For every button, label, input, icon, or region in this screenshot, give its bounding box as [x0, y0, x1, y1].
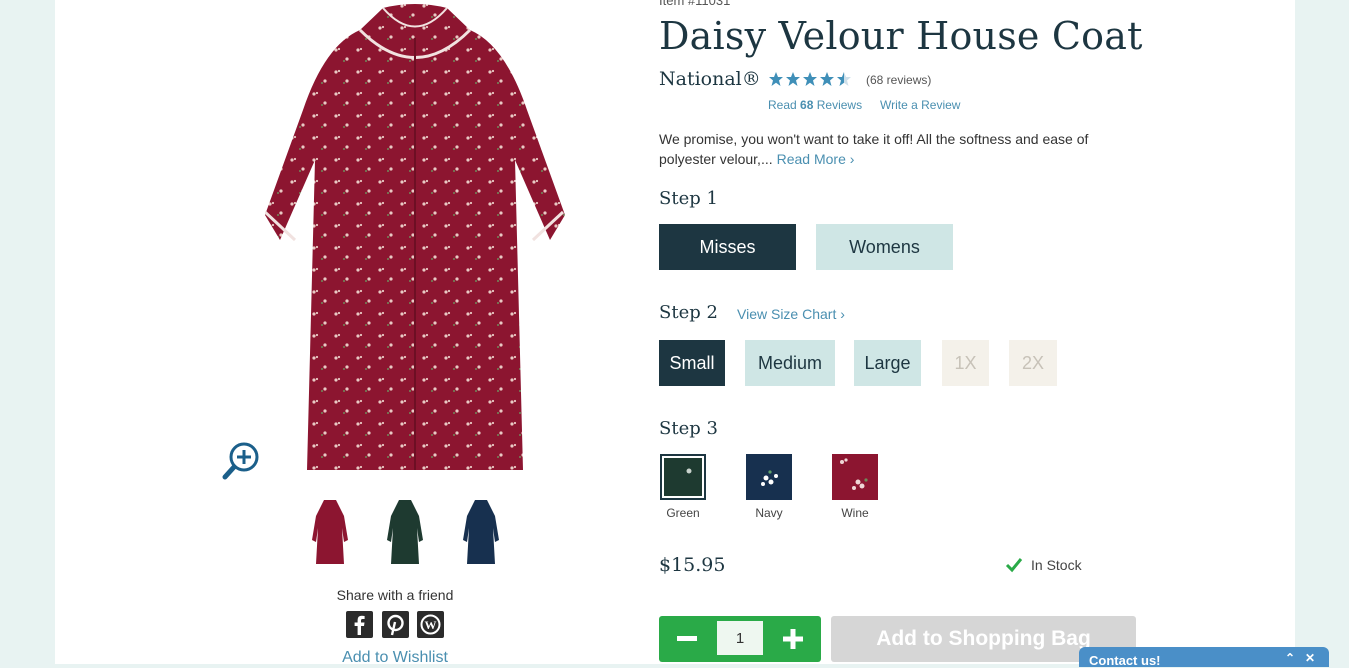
- size-option-2x: 2X: [1009, 340, 1057, 386]
- checkmark-icon: [1005, 558, 1023, 573]
- color-label-wine: Wine: [841, 506, 869, 520]
- size-option-large[interactable]: Large: [854, 340, 921, 386]
- step-1-label: Step 1: [659, 188, 718, 209]
- fit-option-womens[interactable]: Womens: [816, 224, 953, 270]
- share-label: Share with a friend: [336, 587, 454, 603]
- write-review-link[interactable]: Write a Review: [880, 98, 960, 112]
- read-reviews-prefix: Read: [768, 98, 797, 112]
- size-option-1x: 1X: [942, 340, 989, 386]
- color-swatch-navy[interactable]: [746, 454, 792, 500]
- description-text: We promise, you won't want to take it of…: [659, 131, 1089, 167]
- product-price: $15.95: [659, 554, 726, 576]
- size-option-small[interactable]: Small: [659, 340, 725, 386]
- read-reviews-link[interactable]: Read 68 Reviews: [768, 98, 862, 112]
- color-swatch-wine[interactable]: [832, 454, 878, 500]
- star-rating[interactable]: [768, 71, 852, 87]
- star-icon: [820, 72, 834, 86]
- item-number: Item #11031: [659, 0, 731, 8]
- size-option-medium[interactable]: Medium: [745, 340, 835, 386]
- chevron-right-icon: ›: [840, 306, 845, 322]
- facebook-icon[interactable]: [346, 611, 373, 638]
- size-chart-label: View Size Chart: [737, 306, 837, 322]
- zoom-in-icon[interactable]: [222, 440, 262, 480]
- product-brand: National®: [659, 68, 761, 90]
- star-icon: [769, 72, 783, 86]
- stock-status: In Stock: [1005, 557, 1082, 573]
- contact-us-label: Contact us!: [1089, 653, 1161, 668]
- read-more-link[interactable]: Read More ›: [777, 151, 855, 167]
- color-label-navy: Navy: [755, 506, 783, 520]
- stock-status-text: In Stock: [1031, 557, 1082, 573]
- thumbnail-navy[interactable]: [459, 498, 503, 566]
- fit-option-misses[interactable]: Misses: [659, 224, 796, 270]
- close-icon[interactable]: ✕: [1305, 651, 1315, 665]
- half-star-icon: [837, 72, 851, 86]
- quantity-stepper: [659, 616, 821, 662]
- increase-quantity-button[interactable]: [765, 616, 821, 662]
- pinterest-icon[interactable]: [382, 611, 409, 638]
- color-swatch-green[interactable]: [660, 454, 706, 500]
- plus-icon: [783, 629, 803, 649]
- thumbnail-wine[interactable]: [308, 498, 352, 566]
- view-size-chart-link[interactable]: View Size Chart ›: [737, 306, 845, 322]
- svg-text:W: W: [425, 618, 437, 632]
- chevron-up-icon[interactable]: ⌃: [1285, 651, 1295, 665]
- wordpress-icon[interactable]: W: [417, 611, 444, 638]
- read-more-label: Read More: [776, 151, 846, 167]
- product-title: Daisy Velour House Coat: [659, 14, 1143, 58]
- add-to-wishlist-link[interactable]: Add to Wishlist: [290, 649, 500, 667]
- product-main-image[interactable]: [263, 0, 565, 480]
- decrease-quantity-button[interactable]: [659, 616, 715, 662]
- step-3-label: Step 3: [659, 418, 718, 439]
- thumbnail-green[interactable]: [383, 498, 427, 566]
- star-icon: [786, 72, 800, 86]
- quantity-input[interactable]: [717, 621, 763, 655]
- chevron-right-icon: ›: [849, 151, 855, 167]
- product-description: We promise, you won't want to take it of…: [659, 129, 1129, 169]
- contact-us-widget[interactable]: Contact us! ⌃ ✕: [1079, 647, 1329, 668]
- read-reviews-suffix: Reviews: [816, 98, 863, 112]
- star-icon: [803, 72, 817, 86]
- color-label-green: Green: [666, 506, 700, 520]
- step-2-label: Step 2: [659, 302, 718, 323]
- minus-icon: [677, 636, 697, 641]
- reviews-count: (68 reviews): [866, 73, 932, 87]
- read-reviews-count: 68: [800, 98, 814, 112]
